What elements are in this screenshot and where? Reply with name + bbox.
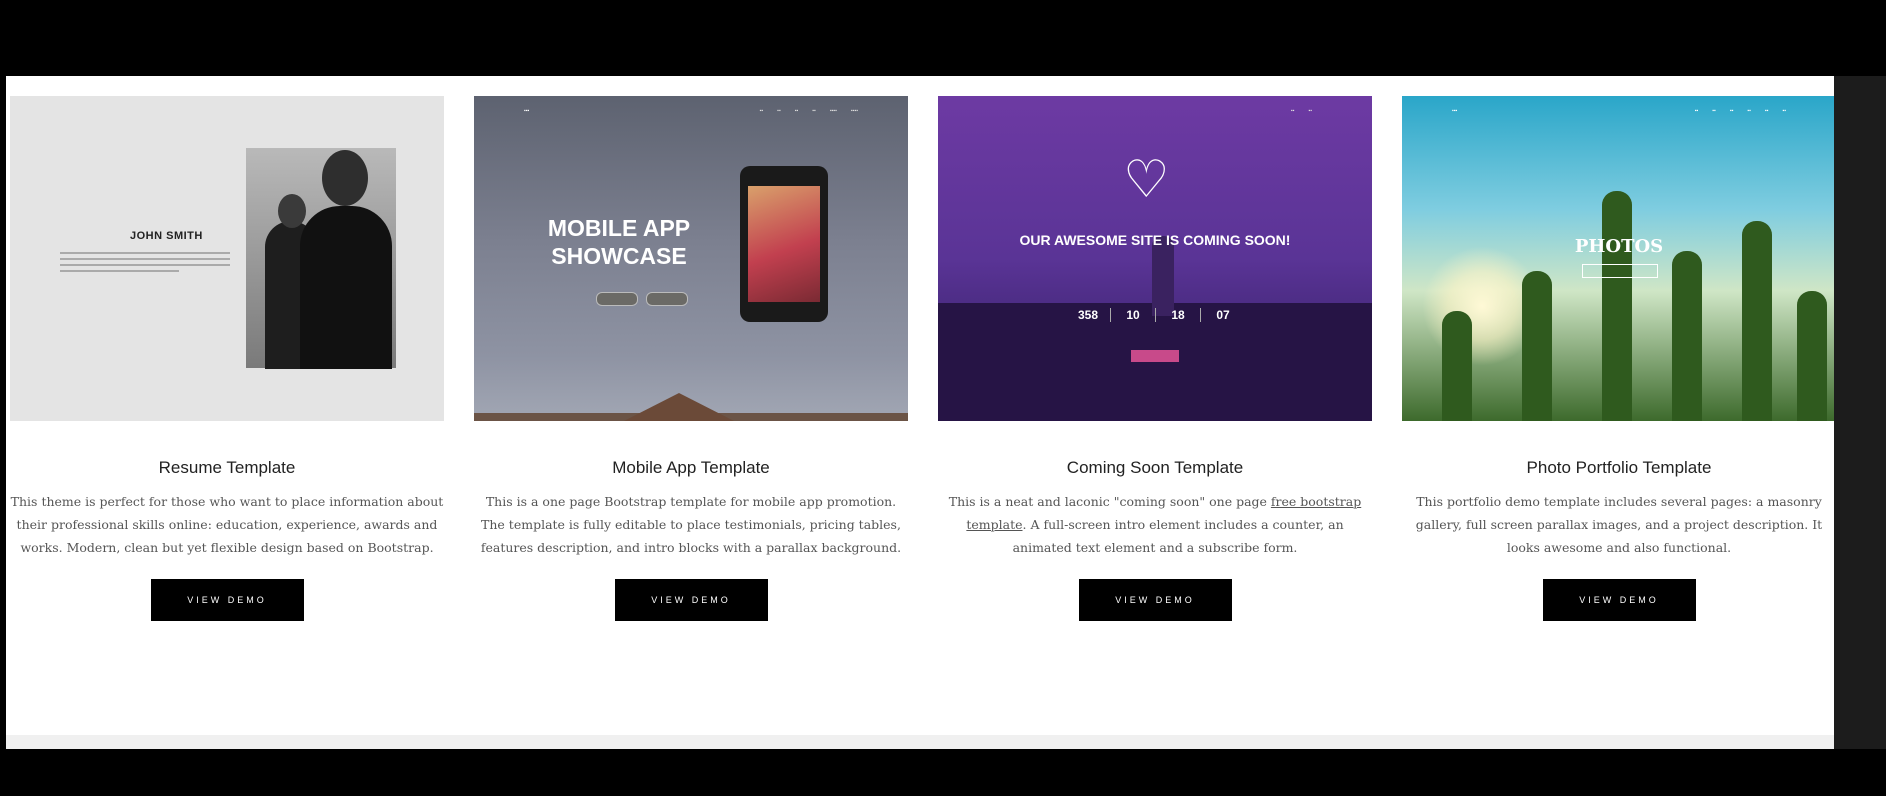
thumbnail-nav: ▪▪ ▪▪ ▪▪ ▪▪ ▪▪ ▪▪ [1694,108,1786,114]
view-demo-button[interactable]: VIEW DEMO [1542,579,1696,621]
thumbnail-heading: MOBILE APP SHOWCASE [547,215,691,269]
template-card-resume: JOHN SMITH Resume Template This theme is… [10,96,444,621]
template-gallery-page: JOHN SMITH Resume Template This theme is… [6,76,1836,749]
card-description: This is a one page Bootstrap template fo… [480,494,902,555]
view-demo-button[interactable]: VIEW DEMO [614,579,768,621]
counter-hours: 10 [1111,308,1156,322]
thumbnail-heading: PHOTOS [1574,236,1664,257]
template-card-mobile-app: ▪▪▪ ▪▪ ▪▪ ▪▪ ▪▪ ▪▪▪▪ ▪▪▪▪ MOBILE APP SHOWCASE… [474,96,908,621]
card-title: Mobile App Template [612,458,770,477]
card-title: Coming Soon Template [1066,458,1244,477]
mountain-shape [624,393,734,421]
resume-template-thumbnail[interactable]: JOHN SMITH [10,96,444,421]
view-demo-button[interactable]: VIEW DEMO [1078,579,1232,621]
template-card-photo-portfolio: ▪▪▪ ▪▪ ▪▪ ▪▪ ▪▪ ▪▪ ▪▪ PHOTOS Photo Portfolio … [1402,96,1836,621]
thumbnail-nav: ▪▪ ▪▪ [1290,108,1312,114]
card-description: This portfolio demo template includes se… [1415,494,1823,555]
counter-days: 358 [1066,308,1111,322]
mobile-app-template-thumbnail[interactable]: ▪▪▪ ▪▪ ▪▪ ▪▪ ▪▪ ▪▪▪▪ ▪▪▪▪ MOBILE APP SHOWCASE [474,96,908,421]
card-title: Resume Template [158,458,296,477]
right-side-panel [1834,76,1886,749]
thumbnail-text-lines [60,252,230,276]
card-description: This theme is perfect for those who want… [10,494,444,555]
thumbnail-heading: OUR AWESOME SITE IS COMING SOON! [1019,232,1291,248]
template-card-coming-soon: ▪▪ ▪▪ ♡ OUR AWESOME SITE IS COMING SOON! … [938,96,1372,621]
thumbnail-buttons [596,292,688,306]
heart-icon: ♡ [1123,151,1170,209]
coming-soon-template-thumbnail[interactable]: ▪▪ ▪▪ ♡ OUR AWESOME SITE IS COMING SOON! … [938,96,1372,421]
thumbnail-name: JOHN SMITH [130,230,203,242]
card-title: Photo Portfolio Template [1526,458,1712,477]
thumbnail-nav: ▪▪ ▪▪ ▪▪ ▪▪ ▪▪▪▪ ▪▪▪▪ [759,108,858,114]
counter-minutes: 18 [1156,308,1201,322]
view-demo-button[interactable]: VIEW DEMO [150,579,304,621]
photo-portfolio-template-thumbnail[interactable]: ▪▪▪ ▪▪ ▪▪ ▪▪ ▪▪ ▪▪ ▪▪ PHOTOS [1402,96,1836,421]
subscribe-button-shape [1131,350,1179,362]
card-description: This is a neat and laconic "coming soon"… [948,494,1362,555]
counter-seconds: 07 [1216,308,1230,322]
countdown-counter: 358 10 18 07 [1066,308,1245,322]
